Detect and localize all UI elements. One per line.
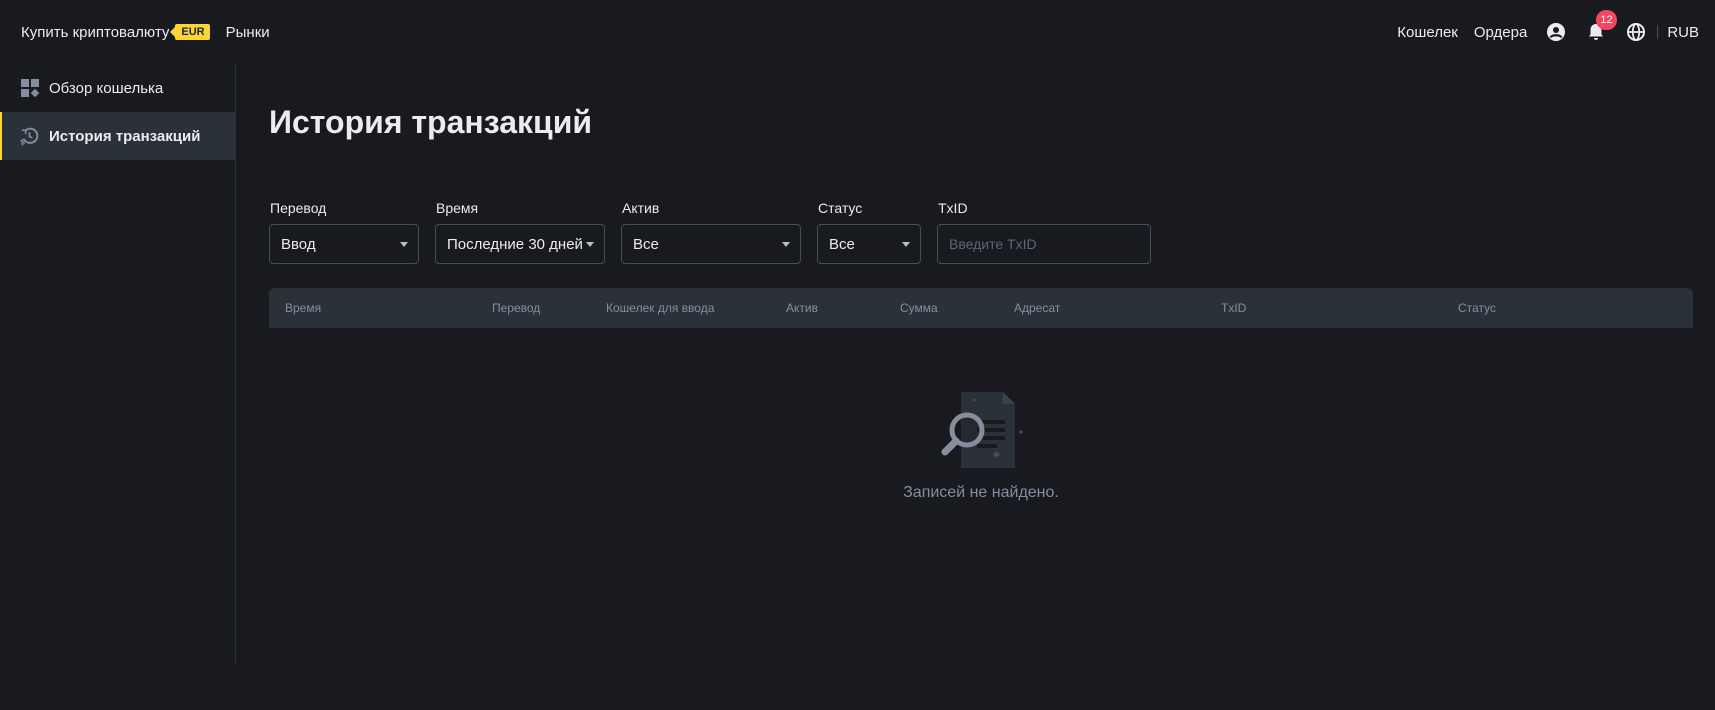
status-select[interactable]: Все — [817, 224, 921, 264]
sidebar-item-label: История транзакций — [49, 127, 201, 145]
column-header-asset[interactable]: Актив — [786, 288, 818, 328]
buy-crypto-menu[interactable]: Купить криптовалюту EUR — [21, 24, 210, 41]
column-header-status[interactable]: Статус — [1458, 288, 1496, 328]
markets-link[interactable]: Рынки — [226, 24, 270, 41]
header-left: Купить криптовалюту EUR Рынки — [21, 24, 270, 41]
history-icon: $ — [20, 127, 39, 146]
orders-link[interactable]: Ордера — [1474, 24, 1527, 41]
filter-time-label: Время — [436, 200, 479, 216]
globe-icon[interactable] — [1625, 21, 1647, 43]
filter-asset-label: Актив — [622, 200, 660, 216]
table-header: Время Перевод Кошелек для ввода Актив Су… — [269, 288, 1693, 328]
notification-count-badge: 12 — [1596, 10, 1617, 30]
caret-down-icon — [586, 241, 594, 247]
time-range-select[interactable]: Последние 30 дней — [435, 224, 605, 264]
filter-transfer: Перевод Ввод — [269, 200, 419, 264]
filter-transfer-label: Перевод — [270, 200, 327, 216]
currency-selector[interactable]: RUB — [1667, 24, 1699, 41]
column-header-txid[interactable]: TxID — [1221, 288, 1246, 328]
dashboard-icon — [20, 79, 39, 98]
txid-input[interactable] — [937, 224, 1151, 264]
filters-bar: Перевод Ввод Время Последние 30 дней Акт… — [269, 200, 1167, 264]
empty-state: Записей не найдено. — [269, 382, 1693, 502]
filter-asset: Актив Все — [621, 200, 801, 264]
user-icon[interactable] — [1545, 21, 1567, 43]
filter-txid: TxID — [937, 200, 1151, 264]
empty-state-text: Записей не найдено. — [903, 484, 1059, 501]
asset-value: Все — [633, 235, 659, 253]
column-header-recipient[interactable]: Адресат — [1014, 288, 1060, 328]
column-header-time[interactable]: Время — [285, 288, 321, 328]
caret-down-icon — [400, 241, 408, 247]
transfer-type-select[interactable]: Ввод — [269, 224, 419, 264]
column-header-amount[interactable]: Сумма — [900, 288, 938, 328]
asset-select[interactable]: Все — [621, 224, 801, 264]
filter-txid-label: TxID — [938, 200, 968, 216]
transfer-type-value: Ввод — [281, 235, 316, 253]
sidebar-item-label: Обзор кошелька — [49, 79, 164, 97]
top-header: Купить криптовалюту EUR Рынки Кошелек Ор… — [0, 0, 1715, 64]
currency-badge: EUR — [170, 24, 210, 40]
filter-status: Статус Все — [817, 200, 921, 264]
caret-down-icon — [782, 241, 790, 247]
column-header-transfer[interactable]: Перевод — [492, 288, 540, 328]
no-records-icon — [941, 392, 1023, 468]
column-header-deposit-wallet[interactable]: Кошелек для ввода — [606, 288, 714, 328]
page-title: История транзакций — [269, 104, 593, 140]
bell-icon[interactable]: 12 — [1585, 10, 1617, 43]
svg-text:$: $ — [20, 138, 25, 146]
filter-status-label: Статус — [818, 200, 863, 216]
sidebar-item-wallet-overview[interactable]: Обзор кошелька — [0, 64, 235, 112]
buy-crypto-link[interactable]: Купить криптовалюту — [21, 24, 169, 41]
sidebar: Обзор кошелька $ История транзакций — [0, 64, 236, 664]
sidebar-item-transaction-history[interactable]: $ История транзакций — [0, 112, 235, 160]
caret-down-icon — [902, 241, 910, 247]
wallet-link[interactable]: Кошелек — [1397, 24, 1458, 41]
filter-time: Время Последние 30 дней — [435, 200, 605, 264]
time-range-value: Последние 30 дней — [447, 235, 583, 253]
header-divider — [1657, 25, 1659, 39]
status-value: Все — [829, 235, 855, 253]
header-right: Кошелек Ордера 12 RUB — [1381, 10, 1699, 43]
